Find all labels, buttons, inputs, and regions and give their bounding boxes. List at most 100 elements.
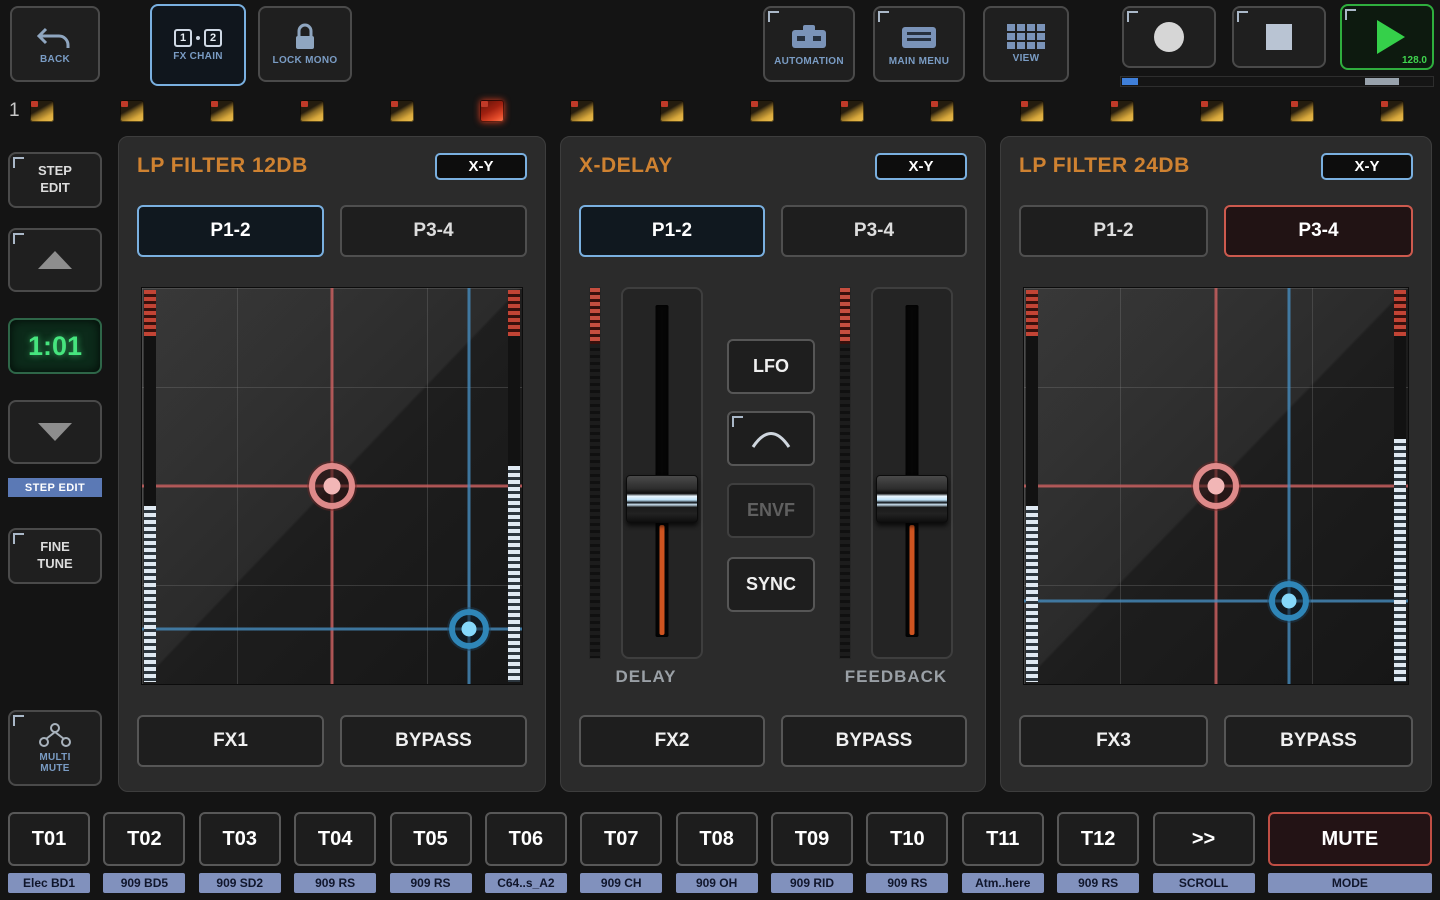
track-column-scroll: >> SCROLL bbox=[1153, 812, 1255, 896]
pad-indicator[interactable] bbox=[570, 100, 594, 122]
xy-mode-button[interactable]: X-Y bbox=[1321, 153, 1413, 180]
track-t03-button[interactable]: T03 bbox=[199, 812, 281, 866]
pad-indicator[interactable] bbox=[930, 100, 954, 122]
mute-mode-button[interactable]: MUTE bbox=[1268, 812, 1432, 866]
pattern-down-button[interactable] bbox=[8, 400, 102, 464]
track-t09-label: 909 RID bbox=[771, 873, 853, 893]
pad-indicator[interactable] bbox=[750, 100, 774, 122]
main-menu-icon bbox=[899, 22, 939, 52]
automation-label: AUTOMATION bbox=[774, 56, 844, 67]
track-t05-button[interactable]: T05 bbox=[390, 812, 472, 866]
pad-indicator[interactable] bbox=[30, 100, 54, 122]
page-p3-4-button[interactable]: P3-4 bbox=[781, 205, 967, 257]
stop-button[interactable] bbox=[1232, 6, 1326, 68]
track-column-t02: T02 909 BD5 bbox=[103, 812, 185, 896]
track-t06-button[interactable]: T06 bbox=[485, 812, 567, 866]
delay-fader-assembly bbox=[589, 287, 703, 659]
fx-panel-3: LP FILTER 24DB X-Y P1-2 P3-4 bbox=[1000, 136, 1432, 792]
main-menu-label: MAIN MENU bbox=[889, 56, 949, 67]
xy-mode-button[interactable]: X-Y bbox=[875, 153, 967, 180]
main-menu-button[interactable]: MAIN MENU bbox=[873, 6, 965, 82]
slider-zone: DELAY FEEDBACK LFO ENVF SYNC bbox=[561, 287, 985, 685]
scroll-label: SCROLL bbox=[1153, 873, 1255, 893]
xy-cursor-blue-handle[interactable] bbox=[449, 609, 489, 649]
track-t04-button[interactable]: T04 bbox=[294, 812, 376, 866]
record-button[interactable] bbox=[1122, 6, 1216, 68]
lfo-button[interactable]: LFO bbox=[727, 339, 815, 394]
track-column-t12: T12 909 RS bbox=[1057, 812, 1139, 896]
sync-button[interactable]: SYNC bbox=[727, 557, 815, 612]
pad-indicator[interactable] bbox=[1110, 100, 1134, 122]
delay-fader[interactable] bbox=[621, 287, 703, 659]
multi-mute-button[interactable]: MULTI MUTE bbox=[8, 710, 102, 786]
xy-mode-button[interactable]: X-Y bbox=[435, 153, 527, 180]
wave-shape-icon bbox=[749, 428, 793, 450]
envf-button[interactable]: ENVF bbox=[727, 483, 815, 538]
lock-mono-button[interactable]: LOCK MONO bbox=[258, 6, 352, 82]
back-button[interactable]: BACK bbox=[10, 6, 100, 82]
level-fill bbox=[1394, 439, 1406, 682]
pad-indicator[interactable] bbox=[1380, 100, 1404, 122]
bypass-button[interactable]: BYPASS bbox=[781, 715, 967, 767]
pad-indicator[interactable] bbox=[1290, 100, 1314, 122]
track-t08-button[interactable]: T08 bbox=[676, 812, 758, 866]
xy-pad[interactable] bbox=[1023, 287, 1409, 685]
fx-chain-label: FX CHAIN bbox=[173, 51, 223, 62]
fx1-slot-button[interactable]: FX1 bbox=[137, 715, 324, 767]
fx-chain-button[interactable]: 1 2 FX CHAIN bbox=[150, 4, 246, 86]
track-t09-button[interactable]: T09 bbox=[771, 812, 853, 866]
step-edit-mode-text: STEP EDIT bbox=[25, 482, 85, 494]
pad-indicator[interactable] bbox=[480, 100, 504, 122]
page-p1-2-button[interactable]: P1-2 bbox=[137, 205, 324, 257]
page-p3-4-button[interactable]: P3-4 bbox=[1224, 205, 1413, 257]
track-t05-label: 909 RS bbox=[390, 873, 472, 893]
track-column-t05: T05 909 RS bbox=[390, 812, 472, 896]
fx3-slot-button[interactable]: FX3 bbox=[1019, 715, 1208, 767]
view-button[interactable]: VIEW bbox=[983, 6, 1069, 82]
play-button[interactable]: 128.0 bbox=[1340, 4, 1434, 70]
fx-title: LP FILTER 12DB bbox=[137, 154, 308, 178]
xy-cursor-blue-handle[interactable] bbox=[1269, 581, 1309, 621]
delay-fader-handle[interactable] bbox=[626, 475, 698, 523]
blue-cursor-hline bbox=[1024, 599, 1408, 602]
pad-indicator[interactable] bbox=[1020, 100, 1044, 122]
feedback-label: FEEDBACK bbox=[839, 667, 953, 687]
bypass-button[interactable]: BYPASS bbox=[340, 715, 527, 767]
fine-tune-button[interactable]: FINE TUNE bbox=[8, 528, 102, 584]
pad-indicator[interactable] bbox=[660, 100, 684, 122]
track-t01-button[interactable]: T01 bbox=[8, 812, 90, 866]
track-t10-button[interactable]: T10 bbox=[866, 812, 948, 866]
pad-indicator[interactable] bbox=[210, 100, 234, 122]
pad-indicator[interactable] bbox=[840, 100, 864, 122]
level-meter-left bbox=[1026, 290, 1038, 682]
track-scroll-button[interactable]: >> bbox=[1153, 812, 1255, 866]
panel-header: LP FILTER 24DB X-Y bbox=[1019, 151, 1413, 181]
track-t07-label: 909 CH bbox=[580, 873, 662, 893]
page-p3-4-button[interactable]: P3-4 bbox=[340, 205, 527, 257]
back-label: BACK bbox=[40, 54, 70, 65]
pad-indicator[interactable] bbox=[120, 100, 144, 122]
track-column-t10: T10 909 RS bbox=[866, 812, 948, 896]
track-t11-button[interactable]: T11 bbox=[962, 812, 1044, 866]
pattern-up-button[interactable] bbox=[8, 228, 102, 292]
pad-indicator[interactable] bbox=[390, 100, 414, 122]
track-t02-label: 909 BD5 bbox=[103, 873, 185, 893]
stop-icon bbox=[1266, 24, 1292, 50]
step-edit-button[interactable]: STEP EDIT bbox=[8, 152, 102, 208]
lfo-wave-button[interactable] bbox=[727, 411, 815, 466]
bypass-button[interactable]: BYPASS bbox=[1224, 715, 1413, 767]
feedback-fader-handle[interactable] bbox=[876, 475, 948, 523]
page-p1-2-button[interactable]: P1-2 bbox=[1019, 205, 1208, 257]
track-t07-button[interactable]: T07 bbox=[580, 812, 662, 866]
fx2-slot-button[interactable]: FX2 bbox=[579, 715, 765, 767]
pad-indicator[interactable] bbox=[300, 100, 324, 122]
automation-button[interactable]: AUTOMATION bbox=[763, 6, 855, 82]
pad-indicator[interactable] bbox=[1200, 100, 1224, 122]
track-t02-button[interactable]: T02 bbox=[103, 812, 185, 866]
track-t12-button[interactable]: T12 bbox=[1057, 812, 1139, 866]
feedback-fader[interactable] bbox=[871, 287, 953, 659]
song-position-bar[interactable] bbox=[1120, 76, 1434, 87]
page-p1-2-button[interactable]: P1-2 bbox=[579, 205, 765, 257]
xy-pad[interactable] bbox=[141, 287, 523, 685]
level-fill bbox=[144, 506, 156, 682]
